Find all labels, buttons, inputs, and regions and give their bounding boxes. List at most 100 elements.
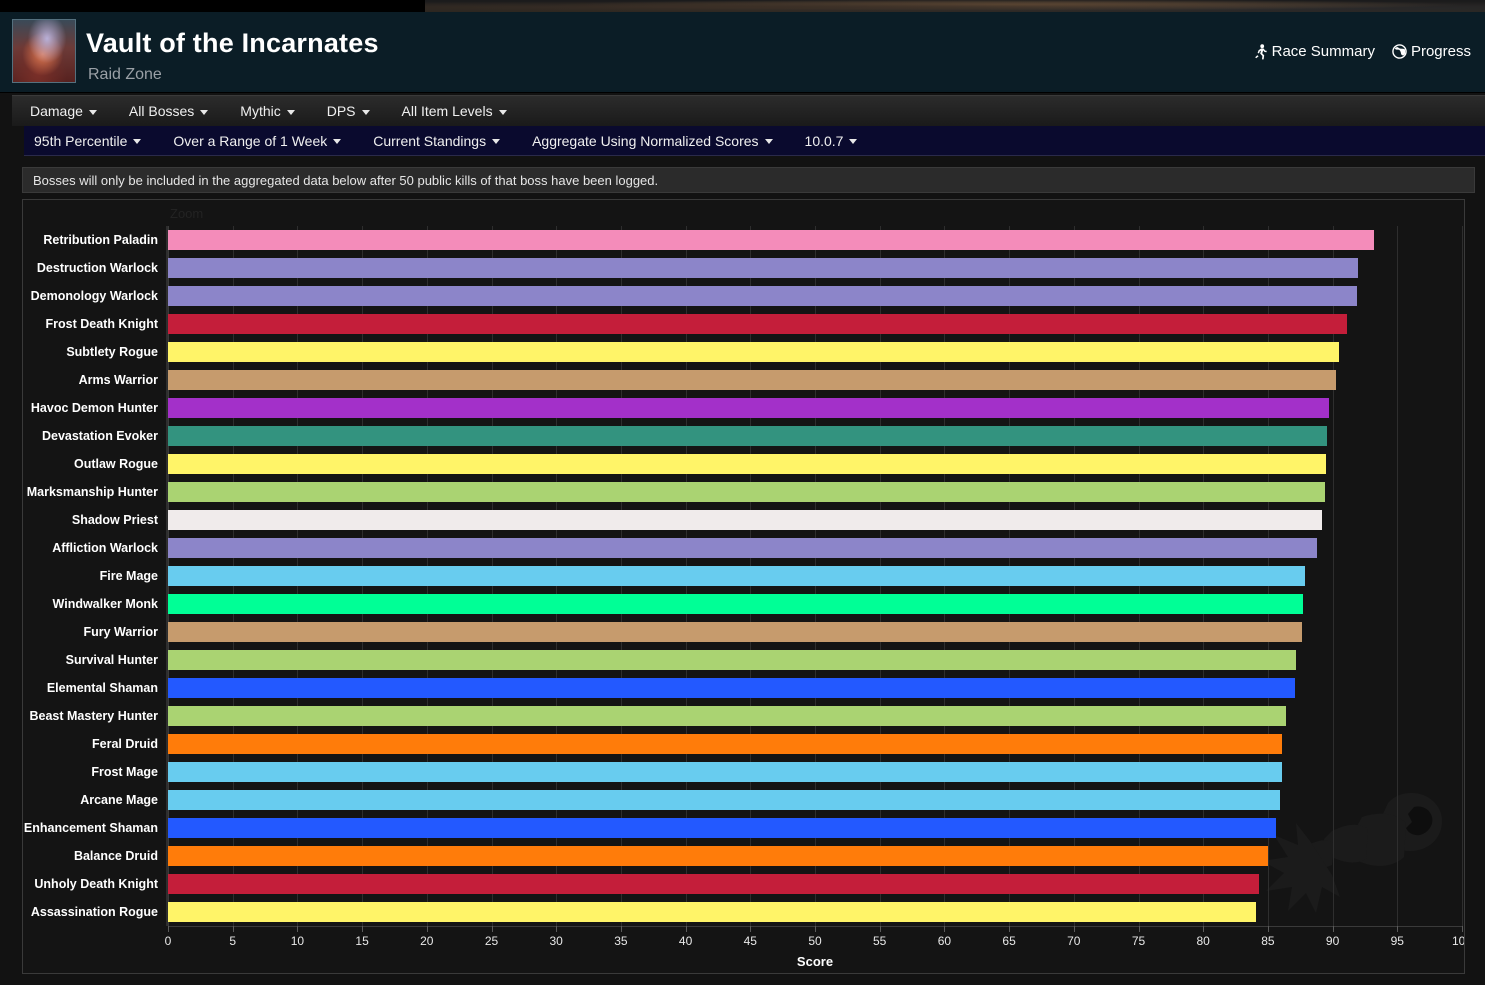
- chart-category-label: Outlaw Rogue: [73, 457, 158, 471]
- chart-bar[interactable]: [168, 790, 1280, 810]
- chart-category-label: Marksmanship Hunter: [26, 485, 158, 499]
- filter-all-bosses[interactable]: All Bosses: [113, 103, 224, 119]
- header-links: Race Summary Progress: [1254, 43, 1471, 60]
- chart-category-label: Survival Hunter: [65, 653, 158, 667]
- chart-x-tick: [556, 926, 558, 932]
- chart-bar[interactable]: [168, 230, 1374, 250]
- chevron-down-icon: [200, 109, 209, 115]
- chart-x-tick: [168, 926, 169, 932]
- chart-gridline: [1397, 226, 1399, 926]
- chart-bar[interactable]: [168, 370, 1337, 390]
- chart-x-tick-label: 10: [290, 934, 305, 948]
- chart-category-label: Fury Warrior: [83, 625, 158, 639]
- chart-x-tick-label: 45: [743, 934, 757, 948]
- chart-category-label: Demonology Warlock: [30, 289, 158, 303]
- filter-standings[interactable]: Current Standings: [357, 133, 516, 149]
- chart-x-tick: [750, 926, 752, 932]
- chart-bar[interactable]: [168, 566, 1306, 586]
- chart-x-tick: [1397, 926, 1399, 932]
- filter-metric[interactable]: DPS: [311, 103, 386, 119]
- chart-x-tick-label: 70: [1067, 934, 1081, 948]
- filter-all-bosses-label: All Bosses: [128, 103, 195, 119]
- chart-category-label: Affliction Warlock: [52, 541, 158, 555]
- chart-x-tick-label: 35: [614, 934, 628, 948]
- chart-x-tick: [1073, 926, 1075, 932]
- chart-x-tick-label: 75: [1131, 934, 1146, 948]
- filter-difficulty[interactable]: Mythic: [224, 103, 310, 119]
- chevron-down-icon: [764, 139, 773, 144]
- filter-standings-label: Current Standings: [373, 132, 487, 149]
- filter-aggregation-label: Aggregate Using Normalized Scores: [532, 132, 759, 149]
- chart-x-tick: [620, 926, 622, 932]
- chart-category-label: Arms Warrior: [78, 373, 158, 387]
- runner-icon: [1254, 43, 1268, 60]
- rankings-chart-panel: Zoom 0 5 10 15 20 25 30 35 40 45 50 55 60 65 70 75 80 85 9…: [22, 199, 1465, 974]
- chart-category-label: Unholy Death Knight: [34, 877, 158, 891]
- chart-bar[interactable]: [168, 874, 1259, 894]
- chart-bar[interactable]: [168, 762, 1283, 782]
- filter-item-levels[interactable]: All Item Levels: [386, 103, 523, 119]
- filter-aggregation[interactable]: Aggregate Using Normalized Scores: [516, 133, 788, 149]
- chart-bar[interactable]: [168, 510, 1323, 530]
- filter-damage[interactable]: Damage: [12, 103, 113, 119]
- progress-link[interactable]: Progress: [1392, 43, 1471, 60]
- chart-bar[interactable]: [168, 314, 1347, 334]
- chevron-down-icon: [498, 109, 507, 115]
- filter-patch-version-label: 10.0.7: [804, 132, 844, 149]
- chart-bar[interactable]: [168, 258, 1359, 278]
- chart-x-tick: [491, 926, 493, 932]
- page-root: Vault of the Incarnates Raid Zone Race S…: [0, 0, 1485, 985]
- chart-x-axis-title: Score: [796, 954, 834, 969]
- chart-x-tick-label: 25: [484, 934, 499, 948]
- chart-category-label: Devastation Evoker: [41, 429, 158, 443]
- chart-x-tick: [297, 926, 299, 932]
- secondary-filter-bar: 95th Percentile Over a Range of 1 Week C…: [24, 126, 1485, 156]
- chart-x-tick: [685, 926, 687, 932]
- chart-bar[interactable]: [168, 342, 1340, 362]
- chart-x-tick-label: 20: [420, 934, 434, 948]
- chart-bar[interactable]: [168, 818, 1276, 838]
- chart-category-label: Frost Mage: [91, 765, 158, 779]
- chart-x-tick: [879, 926, 881, 932]
- chart-bar[interactable]: [168, 734, 1283, 754]
- chart-bar[interactable]: [168, 426, 1328, 446]
- chart-category-label: Assassination Rogue: [30, 905, 158, 919]
- filter-time-range-label: Over a Range of 1 Week: [173, 132, 328, 149]
- chart-category-label: Fire Mage: [99, 569, 158, 583]
- chevron-down-icon: [88, 109, 97, 115]
- chart-bar[interactable]: [168, 650, 1297, 670]
- filter-patch-version[interactable]: 10.0.7: [789, 133, 874, 149]
- chart-bar[interactable]: [168, 678, 1296, 698]
- chart-x-tick: [362, 926, 364, 932]
- chart-x-tick: [1009, 926, 1011, 932]
- chart-x-tick: [1267, 926, 1269, 932]
- chart-bar[interactable]: [168, 846, 1268, 866]
- chart-category-label: Beast Mastery Hunter: [29, 709, 158, 723]
- filter-percentile[interactable]: 95th Percentile: [24, 133, 157, 149]
- chart-bar[interactable]: [168, 706, 1287, 726]
- chart-x-tick-label: 80: [1196, 934, 1210, 948]
- chart-bar[interactable]: [168, 902, 1257, 922]
- chart-category-label: Enhancement Shaman: [23, 821, 158, 835]
- chart-x-tick-label: 90: [1325, 934, 1340, 948]
- chart-x-tick-label: 60: [937, 934, 952, 948]
- chart-bar[interactable]: [168, 454, 1327, 474]
- banner-image: [425, 0, 1485, 12]
- chart-x-tick-label: 50: [808, 934, 822, 948]
- chart-bar[interactable]: [168, 482, 1325, 502]
- chart-x-tick-label: 65: [1002, 934, 1016, 948]
- chart-category-label: Arcane Mage: [80, 793, 158, 807]
- chart-x-tick: [1462, 926, 1463, 932]
- chart-bar[interactable]: [168, 538, 1318, 558]
- race-summary-link[interactable]: Race Summary: [1254, 43, 1375, 60]
- chart-x-tick-label: 100: [1451, 934, 1465, 948]
- chevron-down-icon: [849, 139, 858, 144]
- chart-x-tick-label: 40: [678, 934, 693, 948]
- chart-bar[interactable]: [168, 286, 1358, 306]
- page-subtitle: Raid Zone: [88, 66, 162, 83]
- chart-bar[interactable]: [168, 622, 1302, 642]
- chart-bar[interactable]: [168, 398, 1329, 418]
- filter-metric-label: DPS: [326, 103, 356, 119]
- filter-time-range[interactable]: Over a Range of 1 Week: [157, 133, 357, 149]
- chart-bar[interactable]: [168, 594, 1303, 614]
